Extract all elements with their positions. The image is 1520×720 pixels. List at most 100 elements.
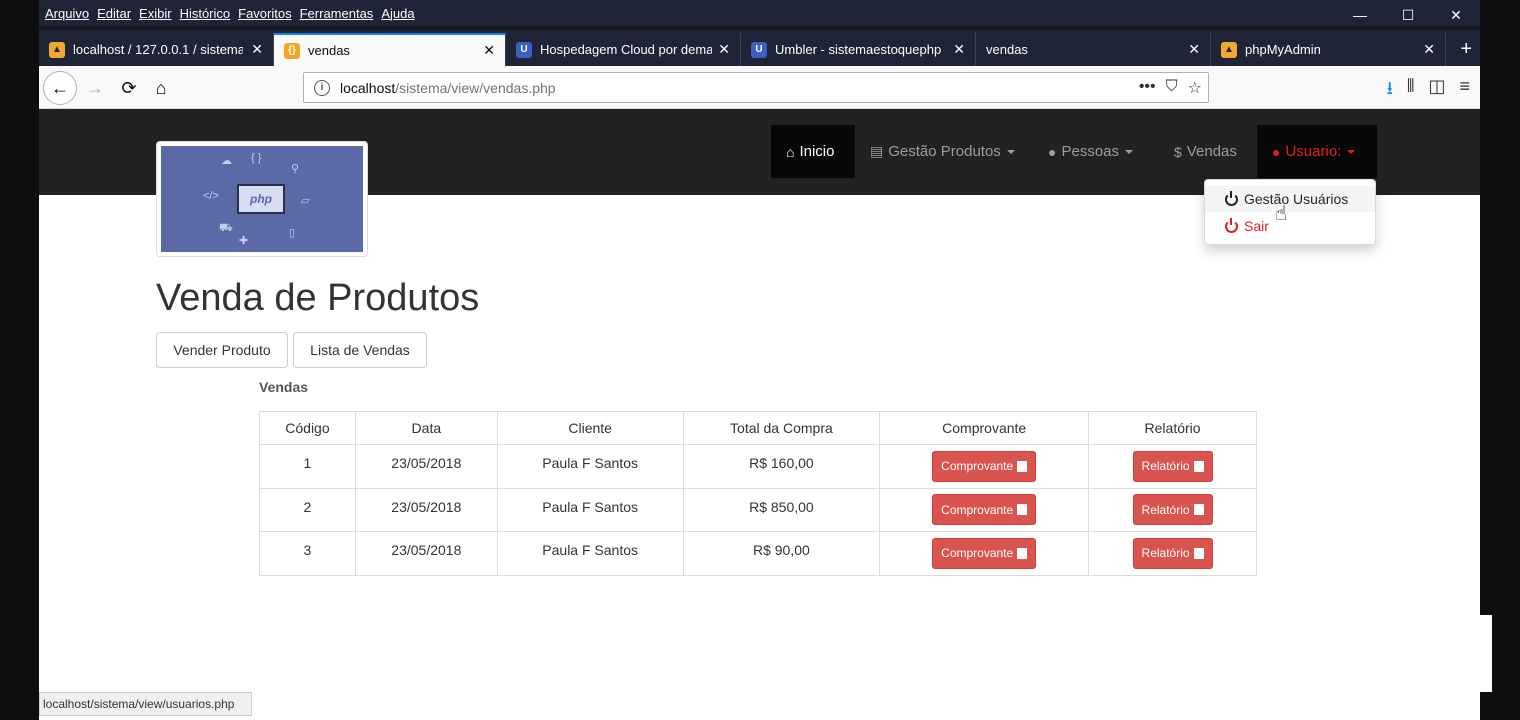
nav-usuario[interactable]: ● Usuario: [1257, 125, 1377, 178]
lista-vendas-button[interactable]: Lista de Vendas [293, 332, 427, 368]
relatorio-label: Relatório [1141, 502, 1190, 517]
header-data: Data [354, 411, 498, 445]
hamburger-menu-icon[interactable]: ≡ [1459, 76, 1470, 106]
reload-icon[interactable]: ⟳ [115, 74, 143, 102]
cell-relatorio: Relatório [1088, 444, 1257, 489]
back-icon[interactable]: ← [43, 71, 77, 105]
tab-label: phpMyAdmin [1245, 42, 1321, 57]
dropdown-sair-label: Sair [1244, 218, 1269, 234]
cell-codigo: 3 [259, 531, 356, 576]
url-path: /sistema/view/vendas.php [395, 79, 556, 96]
search-icon: ⚲ [291, 163, 300, 175]
list-icon: ▤ [870, 143, 884, 159]
power-icon [1225, 190, 1238, 206]
close-icon[interactable]: ✕ [718, 41, 730, 58]
sidebar-icon[interactable]: ◫ [1428, 76, 1445, 106]
nav-inicio-label: Inicio [799, 143, 835, 160]
file-icon [1193, 460, 1204, 472]
menu-favoritos[interactable]: Favoritos [238, 6, 291, 21]
menu-arquivo[interactable]: Arquivo [45, 6, 89, 21]
nav-vendas[interactable]: $ Vendas [1159, 125, 1252, 178]
close-window-icon[interactable]: ✕ [1432, 0, 1480, 30]
relatorio-button[interactable]: Relatório [1132, 494, 1213, 526]
vender-produto-button[interactable]: Vender Produto [156, 332, 288, 368]
comprovante-label: Comprovante [941, 459, 1014, 474]
site-logo: ☁ { } ⚲ </> ▱ ⛟ ✚ ▯ php [156, 141, 368, 257]
pocket-icon[interactable]: ⛉ [1166, 78, 1178, 98]
phpmyadmin-icon: ▲ [1221, 41, 1237, 58]
comprovante-label: Comprovante [941, 546, 1014, 561]
phpmyadmin-icon: ▲ [49, 41, 65, 58]
menu-historico[interactable]: Histórico [180, 6, 231, 21]
nav-gestao-produtos[interactable]: ▤ Gestão Produtos [855, 125, 1030, 178]
dropdown-gestao-usuarios[interactable]: Gestão Usuários [1205, 186, 1375, 212]
relatorio-label: Relatório [1141, 459, 1190, 474]
power-icon [1225, 217, 1238, 233]
forward-icon[interactable]: → [81, 74, 109, 102]
header-cliente: Cliente [496, 411, 684, 445]
close-icon[interactable]: ✕ [483, 42, 495, 59]
home-icon[interactable]: ⌂ [147, 74, 175, 102]
new-tab-icon[interactable]: + [1460, 38, 1472, 61]
cell-data: 23/05/2018 [354, 531, 498, 576]
caret-down-icon [1347, 149, 1356, 154]
menu-ferramentas[interactable]: Ferramentas [300, 6, 374, 21]
url-actions: ••• ⛉ ☆ [1139, 78, 1202, 98]
close-icon[interactable]: ✕ [1188, 41, 1200, 58]
navigation-toolbar: ← → ⟳ ⌂ i localhost/sistema/view/vendas.… [39, 66, 1480, 109]
nav-usuario-label: Usuario: [1285, 143, 1342, 160]
table-row: 1 23/05/2018 Paula F Santos R$ 160,00 Co… [259, 444, 1257, 489]
header-total: Total da Compra [682, 411, 881, 445]
info-icon[interactable]: i [314, 79, 330, 96]
table-header-row: Código Data Cliente Total da Compra Comp… [259, 411, 1257, 445]
page-content: ⌂ Inicio ▤ Gestão Produtos ● Pessoas $ V… [39, 109, 1480, 692]
cell-codigo: 1 [259, 444, 356, 489]
menu-ajuda[interactable]: Ajuda [381, 6, 414, 21]
dropdown-sair[interactable]: Sair [1205, 213, 1375, 239]
tab-vendas-2[interactable]: vendas ✕ [976, 33, 1211, 66]
relatorio-button[interactable]: Relatório [1132, 537, 1213, 569]
cell-comprovante: Comprovante [879, 487, 1090, 532]
bookmark-star-icon[interactable]: ☆ [1188, 78, 1202, 98]
tab-phpmyadmin-sistema[interactable]: ▲ localhost / 127.0.0.1 / sistema ✕ [39, 33, 274, 66]
tab-vendas-active[interactable]: {} vendas ✕ [274, 33, 506, 66]
dropdown-gestao-usuarios-label: Gestão Usuários [1244, 191, 1349, 207]
file-icon [1193, 504, 1204, 516]
tab-hospedagem[interactable]: U Hospedagem Cloud por dema ✕ [506, 33, 741, 66]
close-icon[interactable]: ✕ [1423, 41, 1435, 58]
nav-vendas-label: Vendas [1186, 143, 1237, 160]
window-controls: — ☐ ✕ [1336, 0, 1480, 30]
menu-editar[interactable]: Editar [97, 6, 131, 21]
comprovante-button[interactable]: Comprovante [932, 450, 1037, 482]
cell-cliente: Paula F Santos [496, 531, 684, 576]
close-icon[interactable]: ✕ [953, 41, 965, 58]
dollar-icon: $ [1174, 143, 1182, 160]
table-row: 2 23/05/2018 Paula F Santos R$ 850,00 Co… [259, 487, 1257, 532]
cell-data: 23/05/2018 [354, 444, 498, 489]
cell-codigo: 2 [259, 487, 356, 532]
tab-bar: ▲ localhost / 127.0.0.1 / sistema ✕ {} v… [39, 30, 1480, 66]
header-comprovante: Comprovante [879, 411, 1090, 445]
sheet-icon: ▱ [301, 195, 310, 207]
tab-phpmyadmin[interactable]: ▲ phpMyAdmin ✕ [1211, 33, 1446, 66]
comprovante-button[interactable]: Comprovante [932, 494, 1037, 526]
header-relatorio: Relatório [1088, 411, 1257, 445]
list-alt-icon [1017, 504, 1028, 516]
nav-pessoas[interactable]: ● Pessoas [1033, 125, 1148, 178]
more-icon[interactable]: ••• [1139, 78, 1156, 98]
nav-inicio[interactable]: ⌂ Inicio [771, 125, 855, 178]
close-icon[interactable]: ✕ [251, 41, 263, 58]
download-icon[interactable]: ⭳ [1387, 76, 1393, 106]
menu-exibir[interactable]: Exibir [139, 6, 172, 21]
library-icon[interactable]: ⫴ [1407, 76, 1415, 106]
cloud-icon: ☁ [221, 155, 232, 167]
tab-label: vendas [986, 42, 1028, 57]
tab-label: Umbler - sistemaestoquephp [775, 42, 942, 57]
comprovante-button[interactable]: Comprovante [932, 537, 1037, 569]
url-bar[interactable]: i localhost/sistema/view/vendas.php ••• … [303, 72, 1209, 103]
maximize-icon[interactable]: ☐ [1384, 0, 1432, 30]
relatorio-button[interactable]: Relatório [1132, 450, 1213, 482]
tab-umbler[interactable]: U Umbler - sistemaestoquephp ✕ [741, 33, 976, 66]
laptop-icon: php [237, 184, 285, 214]
minimize-icon[interactable]: — [1336, 0, 1384, 30]
